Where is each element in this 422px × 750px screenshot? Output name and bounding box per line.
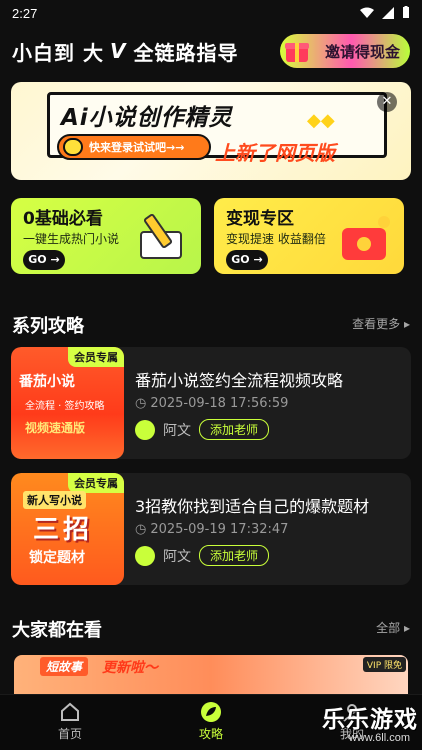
quick-card-beginner[interactable]: 0基础必看 一键生成热门小说 GO → [11, 198, 201, 274]
author-name: 阿文 [163, 422, 191, 439]
guide-thumbnail: 会员专属 番茄小说 全流程 · 签约攻略 视频速通版 [11, 347, 124, 459]
story-tag: 短故事 [40, 657, 89, 676]
guide-author: 阿文 添加老师 [135, 545, 270, 566]
update-label: 更新啦～ [102, 660, 158, 676]
red-envelope-icon [342, 216, 390, 260]
guide-time: ◷ 2025-09-18 17:56:59 [135, 396, 288, 411]
guides-more-link[interactable]: 查看更多 ▸ [352, 315, 410, 332]
popular-more-link[interactable]: 全部 ▸ [376, 619, 410, 636]
banner-login-label: 快来登录试试吧→→ [89, 141, 185, 154]
clock-icon: ◷ [135, 396, 147, 411]
banner-new-label: 上新了网页版 [215, 141, 335, 165]
app-header: 小白到 大 V 全链路指导 邀请得现金 [12, 34, 412, 68]
author-name: 阿文 [163, 548, 191, 565]
status-bar: 2:27 [0, 0, 422, 26]
banner-close-icon[interactable]: ✕ [377, 92, 397, 112]
go-button[interactable]: GO → [23, 250, 65, 270]
member-badge: 会员专属 [68, 347, 124, 367]
guide-time-label: 2025-09-19 17:32:47 [150, 522, 289, 537]
invite-cash-button[interactable]: 邀请得现金 [280, 34, 410, 68]
header-subtitle: 全链路指导 [133, 40, 239, 65]
thumb-line: 三招 [33, 515, 94, 545]
heart-deco-icon: ◆◆ [307, 110, 335, 131]
smile-icon [63, 138, 83, 156]
thumb-line: 锁定题材 [29, 550, 85, 566]
guide-author: 阿文 添加老师 [135, 419, 270, 440]
guide-card[interactable]: 会员专属 新人写小说 三招 锁定题材 3招教你找到适合自己的爆款题材 ◷ 202… [11, 473, 411, 585]
leaf-icon [201, 702, 221, 722]
home-icon [61, 702, 79, 721]
go-button[interactable]: GO → [226, 250, 268, 270]
vip-badge: VIP 限免 [362, 657, 406, 672]
avatar [135, 419, 155, 440]
tab-label: 首页 [57, 727, 82, 741]
thumb-line: 视频速通版 [25, 421, 86, 435]
avatar [135, 545, 155, 566]
clock-icon: ◷ [135, 522, 147, 537]
guides-more-label: 查看更多 [352, 317, 401, 331]
guide-time-label: 2025-09-18 17:56:59 [150, 396, 289, 411]
thumb-line: 新人写小说 [23, 491, 86, 509]
v-logo-icon: V [109, 39, 126, 63]
thumb-line: 全流程 · 签约攻略 [25, 401, 105, 412]
guide-card[interactable]: 会员专属 番茄小说 全流程 · 签约攻略 视频速通版 番茄小说签约全流程视频攻略… [11, 347, 411, 459]
watermark-title: 乐乐游戏 [322, 707, 418, 733]
member-badge: 会员专属 [68, 473, 124, 493]
quick-card-title: 0基础必看 [23, 209, 103, 229]
guide-title: 3招教你找到适合自己的爆款题材 [135, 497, 370, 516]
popular-section-title: 大家都在看 [12, 620, 102, 641]
guides-section-title: 系列攻略 [12, 316, 84, 337]
popular-more-label: 全部 [376, 621, 401, 635]
status-time: 2:27 [12, 5, 38, 21]
battery-icon [403, 6, 409, 18]
header-title: 小白到 大 [12, 40, 104, 65]
gift-icon [285, 43, 309, 62]
quick-card-monetize[interactable]: 变现专区 变现提速 收益翻倍 GO → [214, 198, 404, 274]
add-teacher-button[interactable]: 添加老师 [199, 419, 270, 440]
tab-guides[interactable]: 攻略 [171, 701, 251, 742]
tab-home[interactable]: 首页 [30, 701, 110, 742]
signal-icon [382, 6, 394, 19]
site-watermark: 乐乐游戏 www.6ll.com [300, 700, 418, 748]
quick-card-desc: 一键生成热门小说 [23, 232, 120, 246]
guide-title: 番茄小说签约全流程视频攻略 [135, 371, 344, 390]
wifi-icon [360, 7, 374, 18]
quick-card-title: 变现专区 [226, 209, 294, 229]
add-teacher-button[interactable]: 添加老师 [199, 545, 270, 566]
pencil-book-icon [140, 213, 182, 259]
quick-card-desc: 变现提速 收益翻倍 [226, 232, 326, 246]
system-icons [360, 6, 410, 19]
watermark-url: www.6ll.com [348, 732, 410, 744]
guide-thumbnail: 会员专属 新人写小说 三招 锁定题材 [11, 473, 124, 585]
banner-login-pill[interactable]: 快来登录试试吧→→ [57, 134, 211, 160]
tab-label: 攻略 [198, 727, 223, 741]
invite-label: 邀请得现金 [324, 42, 400, 61]
thumb-line: 番茄小说 [19, 374, 75, 390]
banner-title: Ai小说创作精灵 [61, 105, 233, 131]
promo-banner[interactable]: Ai小说创作精灵 ◆◆ 快来登录试试吧→→ 上新了网页版 ✕ [11, 82, 411, 180]
guide-time: ◷ 2025-09-19 17:32:47 [135, 522, 288, 537]
